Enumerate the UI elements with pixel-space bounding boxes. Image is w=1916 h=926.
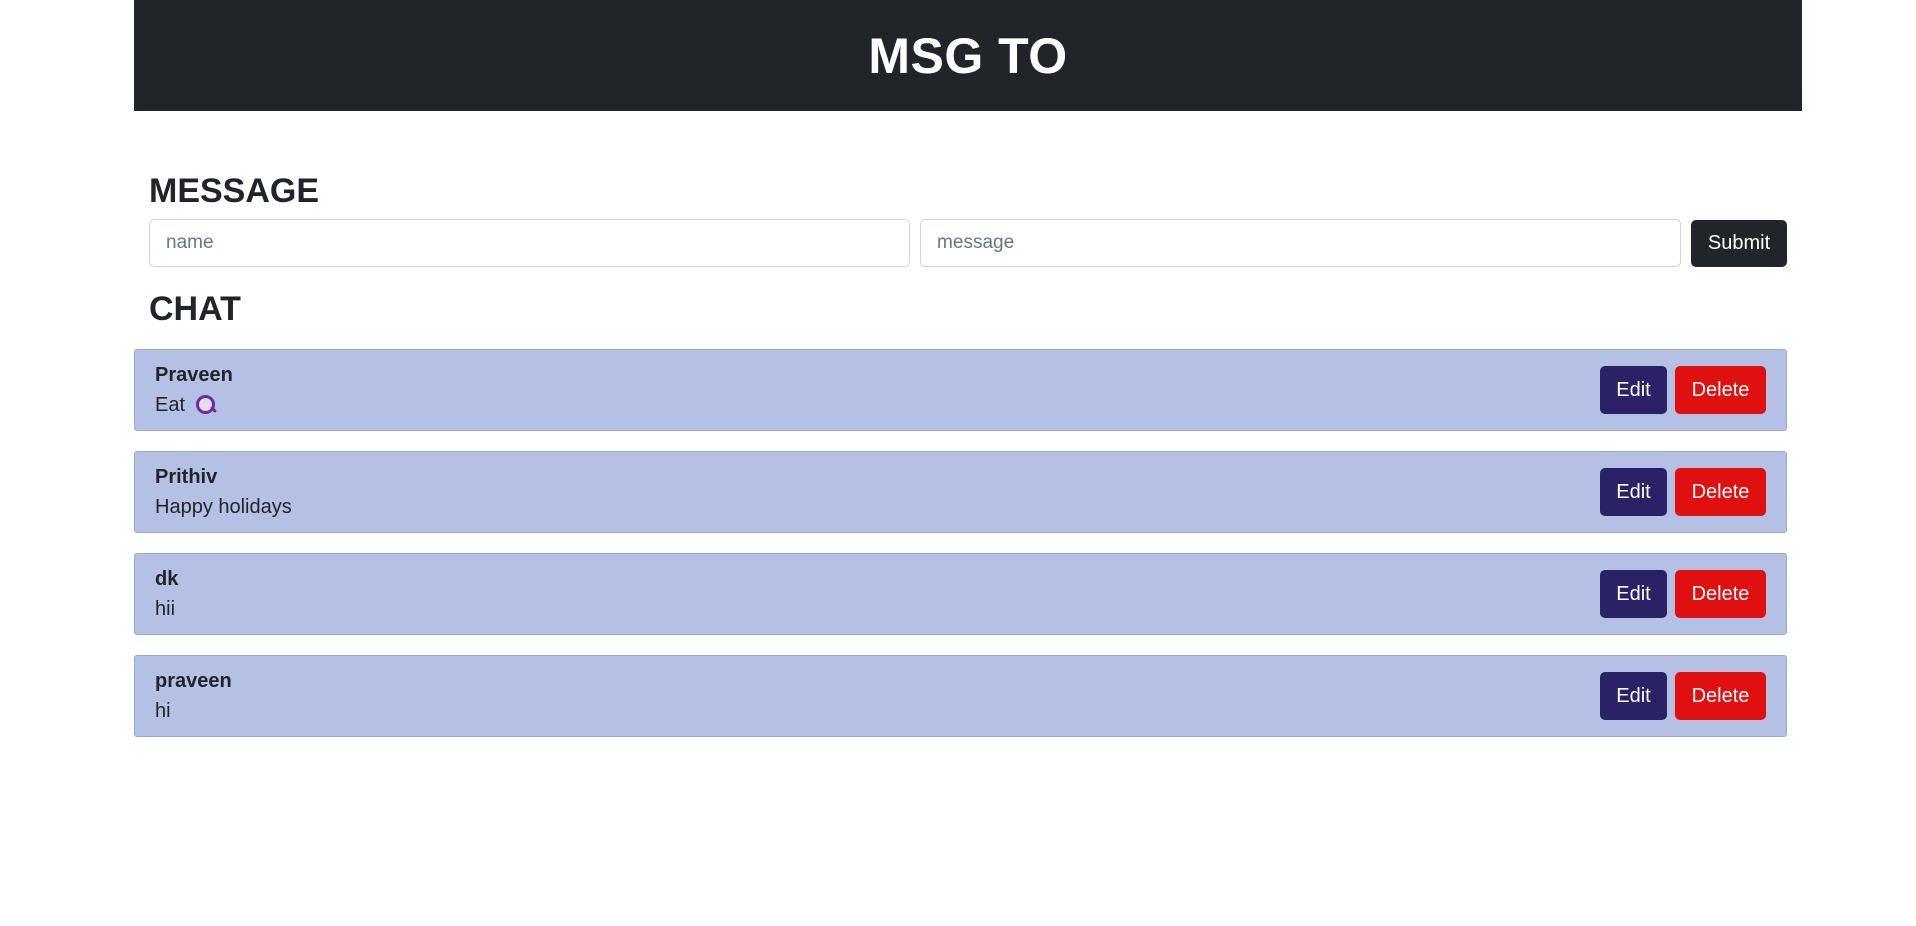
delete-button[interactable]: Delete [1675,468,1766,516]
chat-text: Prithiv Happy holidays [155,462,292,522]
search-emoji-icon [195,394,217,416]
chat-message: Eat [155,390,233,420]
main-content: MESSAGE Submit CHAT Praveen Eat Edit Del… [134,111,1802,737]
edit-button[interactable]: Edit [1600,468,1667,516]
chat-item: praveen hi Edit Delete [134,655,1787,737]
chat-text: Praveen Eat [155,360,233,420]
chat-text: praveen hi [155,666,232,726]
chat-text: dk hii [155,564,178,624]
chat-section-title: CHAT [149,290,241,328]
submit-button[interactable]: Submit [1691,219,1787,267]
delete-button[interactable]: Delete [1675,570,1766,618]
edit-button[interactable]: Edit [1600,570,1667,618]
edit-button[interactable]: Edit [1600,672,1667,720]
app-header: MSG TO [134,0,1802,111]
chat-actions: Edit Delete [1600,570,1766,618]
page-container: MSG TO MESSAGE Submit CHAT Praveen Eat E… [134,0,1802,757]
chat-list: Praveen Eat Edit Delete Prithiv Happy ho… [134,349,1787,737]
chat-actions: Edit Delete [1600,366,1766,414]
chat-sender-name: Praveen [155,364,233,386]
chat-actions: Edit Delete [1600,468,1766,516]
chat-actions: Edit Delete [1600,672,1766,720]
page-title: MSG TO [868,27,1068,84]
chat-sender-name: praveen [155,670,232,692]
chat-sender-name: Prithiv [155,466,218,488]
message-form: Submit [149,219,1787,267]
chat-sender-name: dk [155,568,179,590]
message-input[interactable] [920,219,1682,267]
chat-item: Praveen Eat Edit Delete [134,349,1787,431]
chat-message-text: Eat [155,394,186,416]
chat-item: dk hii Edit Delete [134,553,1787,635]
chat-message: Happy holidays [155,496,292,518]
delete-button[interactable]: Delete [1675,672,1766,720]
message-section-title: MESSAGE [149,172,320,210]
chat-item: Prithiv Happy holidays Edit Delete [134,451,1787,533]
name-input[interactable] [149,219,911,267]
chat-message: hi [155,700,171,722]
edit-button[interactable]: Edit [1600,366,1667,414]
chat-message: hii [155,598,176,620]
delete-button[interactable]: Delete [1675,366,1766,414]
